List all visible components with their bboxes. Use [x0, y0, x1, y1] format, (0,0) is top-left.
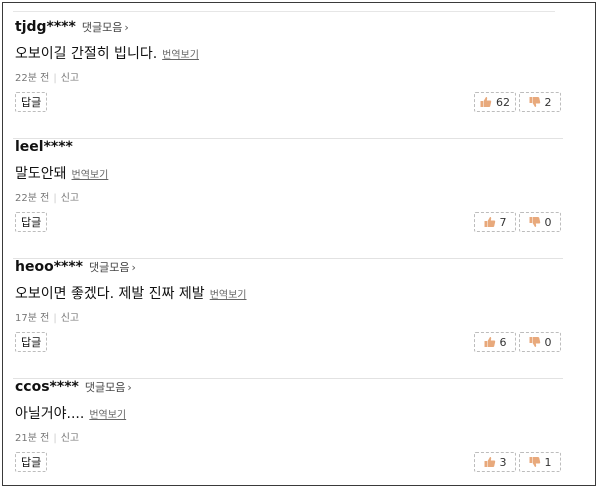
meta-separator: |	[53, 433, 57, 444]
comment-item: heoo**** 댓글모음 › 오보이면 좋겠다. 제발 진짜 제발 번역보기 1…	[13, 259, 563, 379]
meta-separator: |	[53, 73, 57, 84]
comment-header: ccos**** 댓글모음 ›	[15, 379, 132, 399]
meta-separator: |	[53, 193, 57, 204]
thumbs-up-icon	[484, 456, 495, 467]
chevron-right-icon: ›	[131, 261, 136, 274]
comment-item: tjdg**** 댓글모음 › 오보이길 간절히 빕니다. 번역보기 22분 전 |…	[13, 19, 563, 139]
report-link[interactable]: 신고	[61, 313, 79, 324]
reply-button[interactable]: 답글	[15, 92, 48, 112]
dislike-button[interactable]: 1	[519, 452, 561, 472]
comment-list-panel: tjdg**** 댓글모음 › 오보이길 간절히 빕니다. 번역보기 22분 전 |…	[2, 2, 596, 486]
comment-body: 아닐거야.... 번역보기	[15, 403, 126, 423]
translate-link[interactable]: 번역보기	[89, 406, 126, 421]
comment-item: leel**** 말도안돼 번역보기 22분 전 | 신고 답글 7 0	[13, 139, 563, 259]
comment-text: 말도안돼	[15, 166, 67, 182]
comment-meta: 22분 전 | 신고	[15, 189, 79, 204]
meta-separator: |	[53, 313, 57, 324]
reply-button[interactable]: 답글	[15, 452, 48, 472]
comment-header: leel****	[15, 139, 73, 159]
comment-text: 오보이면 좋겠다. 제발 진짜 제발	[15, 286, 205, 302]
thumbs-down-icon	[529, 337, 540, 348]
comment-author[interactable]: tjdg****	[15, 19, 76, 35]
comment-collection-label: 댓글모음	[88, 261, 130, 274]
thumbs-down-icon	[529, 217, 540, 228]
dislike-count: 1	[544, 455, 552, 469]
comment-collection-label: 댓글모음	[81, 21, 123, 34]
comment-text: 오보이길 간절히 빕니다.	[15, 46, 158, 62]
like-button[interactable]: 7	[474, 212, 516, 232]
comment-time: 22분 전	[15, 193, 50, 204]
comment-text: 아닐거야....	[15, 406, 85, 422]
comment-author[interactable]: ccos****	[15, 379, 79, 395]
comment-body: 오보이길 간절히 빕니다. 번역보기	[15, 43, 199, 63]
comment-collection-label: 댓글모음	[84, 381, 126, 394]
dislike-button[interactable]: 0	[519, 332, 561, 352]
comment-time: 17분 전	[15, 313, 50, 324]
thumbs-down-icon	[529, 457, 540, 468]
dislike-button[interactable]: 0	[519, 212, 561, 232]
like-count: 7	[499, 215, 507, 229]
comment-author[interactable]: leel****	[15, 139, 73, 155]
comment-meta: 22분 전 | 신고	[15, 69, 79, 84]
comment-meta: 17분 전 | 신고	[15, 309, 79, 324]
reply-button[interactable]: 답글	[15, 212, 48, 232]
dislike-count: 2	[544, 95, 552, 109]
dislike-button[interactable]: 2	[519, 92, 561, 112]
comment-item: ccos**** 댓글모음 › 아닐거야.... 번역보기 21분 전 | 신고 답글…	[15, 379, 561, 483]
comment-collection-link[interactable]: 댓글모음 ›	[82, 19, 129, 35]
thumbs-up-icon	[484, 216, 495, 227]
comment-body: 오보이면 좋겠다. 제발 진짜 제발 번역보기	[15, 283, 247, 303]
like-button[interactable]: 3	[474, 452, 516, 472]
like-count: 6	[499, 335, 507, 349]
comment-time: 21분 전	[15, 433, 50, 444]
reply-button[interactable]: 답글	[15, 332, 48, 352]
thumbs-down-icon	[529, 97, 540, 108]
comment-time: 22분 전	[15, 73, 50, 84]
thumbs-up-icon	[484, 336, 495, 347]
like-count: 62	[496, 95, 510, 109]
comment-collection-link[interactable]: 댓글모음 ›	[89, 259, 136, 275]
translate-link[interactable]: 번역보기	[162, 46, 199, 61]
top-divider	[13, 11, 555, 12]
comment-collection-link[interactable]: 댓글모음 ›	[85, 379, 132, 395]
chevron-right-icon: ›	[127, 381, 132, 394]
like-button[interactable]: 6	[474, 332, 516, 352]
comment-meta: 21분 전 | 신고	[15, 429, 79, 444]
translate-link[interactable]: 번역보기	[210, 286, 247, 301]
like-count: 3	[499, 455, 507, 469]
report-link[interactable]: 신고	[61, 433, 79, 444]
report-link[interactable]: 신고	[61, 73, 79, 84]
comment-header: heoo**** 댓글모음 ›	[15, 259, 136, 279]
comment-author[interactable]: heoo****	[15, 259, 83, 275]
dislike-count: 0	[544, 215, 552, 229]
translate-link[interactable]: 번역보기	[72, 166, 109, 181]
dislike-count: 0	[544, 335, 552, 349]
chevron-right-icon: ›	[124, 21, 129, 34]
comment-body: 말도안돼 번역보기	[15, 163, 108, 183]
comment-header: tjdg**** 댓글모음 ›	[15, 19, 129, 39]
thumbs-up-icon	[480, 96, 492, 107]
like-button[interactable]: 62	[474, 92, 516, 112]
report-link[interactable]: 신고	[61, 193, 79, 204]
